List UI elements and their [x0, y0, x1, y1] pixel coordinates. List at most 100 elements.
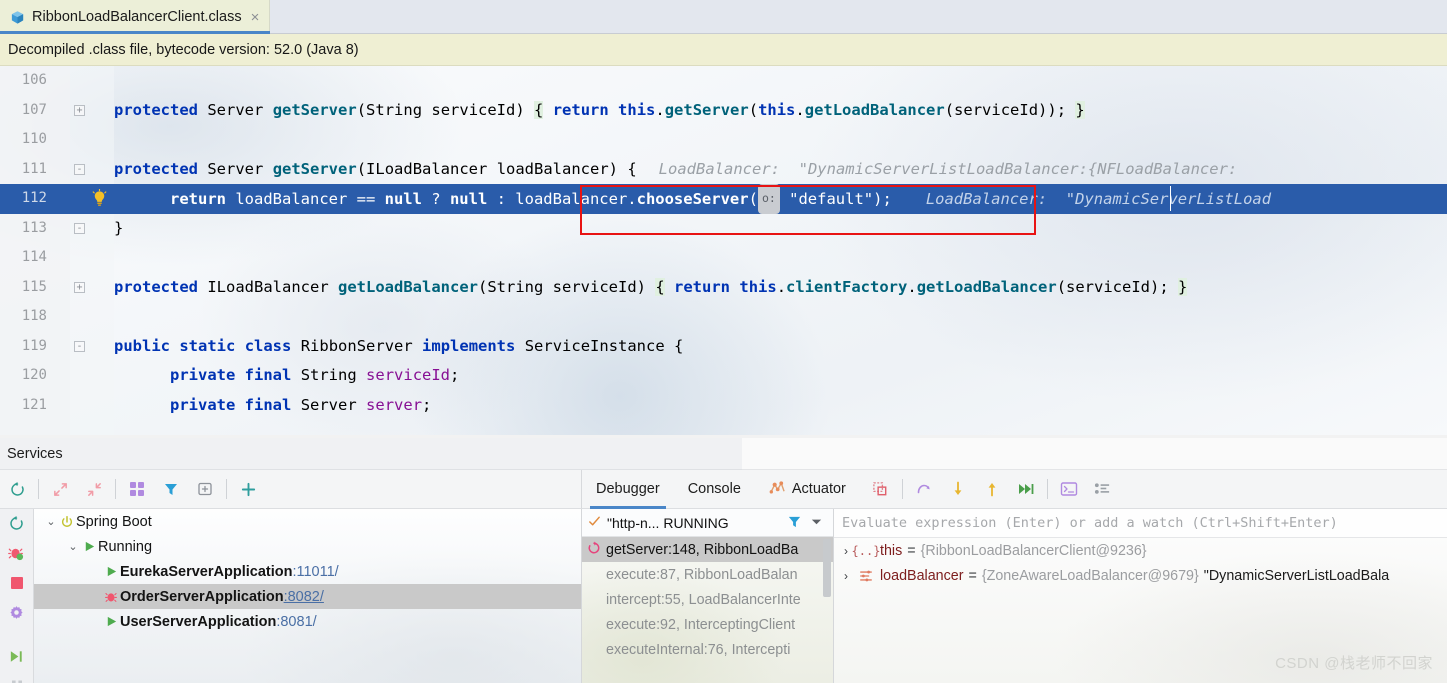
frame-list-item[interactable]: execute:92, InterceptingClient — [582, 612, 833, 637]
variable-equals: = — [968, 567, 977, 584]
editor-tab-ribbonloadbalancerclient[interactable]: RibbonLoadBalancerClient.class × — [0, 0, 271, 34]
fold-collapse-icon[interactable]: - — [74, 222, 85, 234]
service-tree-item-eurekaserverapplication[interactable]: EurekaServerApplication:11011/ — [34, 559, 581, 584]
variable-row[interactable]: › {..} this = {RibbonLoadBalancerClient@92… — [834, 538, 1447, 563]
services-tool-window-header[interactable]: Services — [0, 438, 742, 470]
service-tree-item-userserverapplication[interactable]: UserServerApplication:8081/ — [34, 609, 581, 634]
frame-list-item[interactable]: execute:87, RibbonLoadBalan — [582, 562, 833, 587]
toolbar-separator — [115, 479, 116, 499]
service-item-label: Running — [98, 538, 153, 555]
thread-label: "http-n... RUNNING — [607, 514, 729, 531]
intention-bulb-icon[interactable] — [90, 188, 109, 208]
code-line-114[interactable]: 114 — [0, 243, 1447, 273]
code-line-110[interactable]: 110 — [0, 125, 1447, 155]
fold-expand-icon[interactable]: + — [74, 104, 85, 116]
service-item-label: UserServerApplication — [120, 613, 277, 630]
tab-debugger[interactable]: Debugger — [582, 470, 674, 509]
layout-settings-icon[interactable] — [864, 472, 898, 506]
evaluate-expression-input[interactable]: Evaluate expression (Enter) or add a wat… — [834, 509, 1447, 538]
services-toolbar — [0, 470, 582, 509]
code-line-115[interactable]: 115 + protected ILoadBalancer getLoadBalan… — [0, 273, 1447, 303]
chevron-down-icon[interactable] — [810, 515, 823, 531]
frames-panel[interactable]: "http-n... RUNNING getServer:148, Ribbon… — [582, 509, 834, 683]
stop-icon[interactable] — [9, 575, 25, 596]
filter-icon[interactable] — [787, 514, 802, 532]
frame-label: execute:92, InterceptingClient — [606, 616, 796, 633]
chevron-right-icon[interactable]: › — [840, 544, 852, 558]
line-number: 118 — [21, 308, 47, 324]
close-icon[interactable]: × — [249, 10, 260, 25]
rerun-icon[interactable] — [0, 472, 34, 506]
fold-expand-icon[interactable]: + — [74, 281, 85, 293]
code-line-120[interactable]: 120 private final String serviceId; — [0, 361, 1447, 391]
code-line-106[interactable]: 106 — [0, 66, 1447, 96]
current-frame-icon — [587, 541, 601, 559]
variables-list[interactable]: › {..} this = {RibbonLoadBalancerClient@92… — [834, 538, 1447, 588]
code-text: protected ILoadBalancer getLoadBalancer(… — [114, 277, 1188, 296]
filter-icon[interactable] — [154, 472, 188, 506]
code-line-111[interactable]: 111 - protected Server getServer(ILoadBala… — [0, 155, 1447, 185]
ide-window: RibbonLoadBalancerClient.class × Decompi… — [0, 0, 1447, 683]
toolbar-separator — [38, 479, 39, 499]
services-tree[interactable]: ⌄ Spring Boot ⌄ Running EurekaServerApplicat… — [34, 509, 582, 683]
code-line-118[interactable]: 118 — [0, 302, 1447, 332]
code-text: return loadBalancer == null ? null : loa… — [170, 184, 1271, 214]
resume-program-icon[interactable] — [8, 648, 25, 670]
frames-list[interactable]: getServer:148, RibbonLoadBa execute:87, R… — [582, 537, 833, 662]
frame-list-item[interactable]: intercept:55, LoadBalancerInte — [582, 587, 833, 612]
step-over-icon[interactable] — [907, 472, 941, 506]
service-tree-item-orderserverapplication[interactable]: OrderServerApplication:8082/ — [34, 584, 581, 609]
line-number: 121 — [21, 396, 47, 413]
code-line-119[interactable]: 119 - public static class RibbonServer imp… — [0, 332, 1447, 362]
chevron-down-icon[interactable]: ⌄ — [66, 540, 80, 553]
run-to-cursor-icon[interactable] — [1009, 472, 1043, 506]
service-item-label: EurekaServerApplication — [120, 563, 293, 580]
service-tree-item-running[interactable]: ⌄ Running — [34, 534, 581, 559]
fold-collapse-icon[interactable]: - — [74, 340, 85, 352]
fold-collapse-icon[interactable]: - — [74, 163, 85, 175]
service-item-label: OrderServerApplication — [120, 588, 284, 605]
code-line-113[interactable]: 113 -} — [0, 214, 1447, 244]
code-editor[interactable]: 106 107 + protected Server getServer(String… — [0, 66, 1447, 435]
step-into-icon[interactable] — [941, 472, 975, 506]
line-number: 111 — [21, 160, 47, 177]
collapse-all-icon[interactable] — [77, 472, 111, 506]
service-item-port-link[interactable]: :8081/ — [276, 614, 316, 630]
line-number: 110 — [21, 131, 47, 147]
frame-label: getServer:148, RibbonLoadBa — [606, 541, 799, 558]
evaluate-placeholder: Evaluate expression (Enter) or add a wat… — [842, 515, 1338, 531]
tab-actuator[interactable]: Actuator — [755, 470, 860, 509]
debug-icon[interactable] — [8, 545, 25, 567]
code-text: private final String serviceId; — [170, 366, 460, 384]
frames-scrollbar[interactable] — [823, 539, 831, 597]
variable-name: loadBalancer — [880, 567, 964, 584]
grid-view-icon[interactable] — [120, 472, 154, 506]
variables-panel[interactable]: Evaluate expression (Enter) or add a wat… — [834, 509, 1447, 683]
code-line-112[interactable]: 112 return loadBalancer == null ? null : … — [0, 184, 1447, 214]
settings-gear-icon[interactable] — [8, 604, 25, 626]
service-item-port-link[interactable]: :11011/ — [292, 564, 338, 580]
thread-selector[interactable]: "http-n... RUNNING — [582, 509, 833, 537]
expand-all-icon[interactable] — [43, 472, 77, 506]
line-number: 119 — [21, 337, 47, 354]
frame-list-item[interactable]: getServer:148, RibbonLoadBa — [582, 537, 833, 562]
step-out-icon[interactable] — [975, 472, 1009, 506]
add-icon[interactable] — [231, 472, 265, 506]
rerun-icon[interactable] — [8, 515, 25, 537]
variable-row[interactable]: › loadBalancer = {ZoneAwareLoadBalancer@9… — [834, 563, 1447, 588]
service-tree-item-spring-boot[interactable]: ⌄ Spring Boot — [34, 509, 581, 534]
variable-string-value: "DynamicServerListLoadBala — [1203, 567, 1390, 584]
chevron-right-icon[interactable]: › — [840, 569, 852, 583]
frame-list-item[interactable]: executeInternal:76, Intercepti — [582, 637, 833, 662]
pause-program-icon[interactable] — [9, 678, 25, 683]
tab-console[interactable]: Console — [674, 470, 755, 509]
evaluate-expression-icon[interactable] — [1052, 472, 1086, 506]
code-line-107[interactable]: 107 + protected Server getServer(String se… — [0, 96, 1447, 126]
code-text: protected Server getServer(String servic… — [114, 100, 1085, 119]
show-variables-icon[interactable] — [1086, 472, 1120, 506]
services-side-rail — [0, 509, 34, 683]
code-line-121[interactable]: 121 private final Server server; — [0, 391, 1447, 421]
service-item-port-link[interactable]: :8082/ — [284, 589, 324, 605]
add-tab-icon[interactable] — [188, 472, 222, 506]
chevron-down-icon[interactable]: ⌄ — [44, 515, 58, 528]
